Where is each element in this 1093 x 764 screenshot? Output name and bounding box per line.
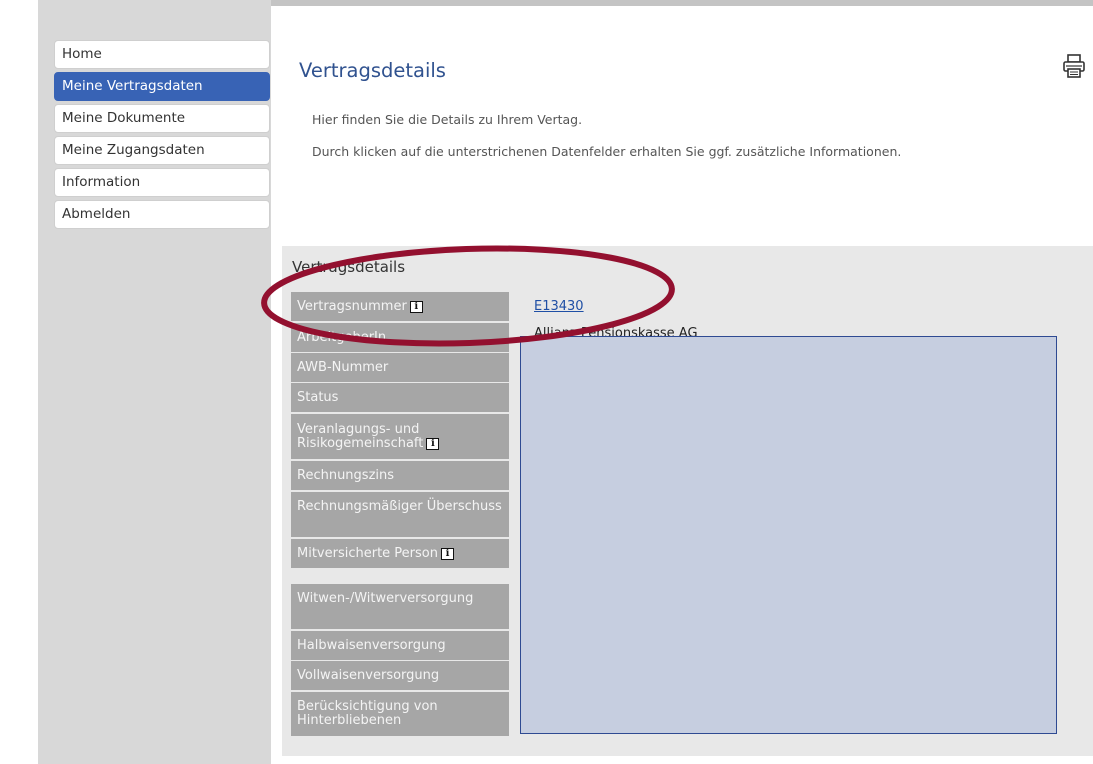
label-text: Berücksichtigung von Hinterbliebenen [297, 699, 438, 728]
redaction-box [520, 336, 1057, 734]
intro-text: Hier finden Sie die Details zu Ihrem Ver… [312, 112, 952, 176]
label-mitversicherte-person: Mitversicherte Person i [291, 539, 509, 568]
label-text: Mitversicherte Person [297, 546, 438, 561]
label-text: ArbeitgeberIn [297, 330, 387, 345]
label-rechnungszins: Rechnungszins [291, 461, 509, 490]
label-text: Rechnungsmäßiger Überschuss [297, 499, 502, 514]
page-title: Vertragsdetails [299, 59, 446, 82]
label-vollwaisenversorgung: Vollwaisenversorgung [291, 661, 509, 690]
top-bar [271, 0, 1093, 6]
nav-item-home[interactable]: Home [54, 40, 270, 69]
details-section-title: Vertragsdetails [292, 258, 406, 276]
nav-item-meine-vertragsdaten[interactable]: Meine Vertragsdaten [54, 72, 270, 101]
label-text: Vertragsnummer [297, 299, 407, 314]
info-icon[interactable]: i [409, 301, 423, 313]
info-icon[interactable]: i [426, 437, 440, 450]
contract-number-link[interactable]: E13430 [534, 299, 584, 314]
label-text: Witwen-/Witwerversorgung [297, 591, 474, 606]
nav-item-meine-dokumente[interactable]: Meine Dokumente [54, 104, 270, 133]
label-halbwaisenversorgung: Halbwaisenversorgung [291, 631, 509, 660]
nav-item-information[interactable]: Information [54, 168, 270, 197]
label-vertragsnummer: Vertragsnummer i [291, 292, 509, 321]
label-text: Vollwaisenversorgung [297, 668, 440, 683]
label-witwen-witwerversorgung: Witwen-/Witwerversorgung [291, 584, 509, 629]
printer-icon[interactable] [1062, 53, 1086, 79]
label-veranlagungs-und-risikogemeinschaft: Veranlagungs- und Risikogemeinschaft i [291, 414, 509, 459]
label-text: AWB-Nummer [297, 360, 389, 375]
label-beruecksichtigung-von-hinterbliebenen: Berücksichtigung von Hinterbliebenen [291, 692, 509, 736]
intro-line-1: Hier finden Sie die Details zu Ihrem Ver… [312, 112, 583, 127]
intro-line-2: Durch klicken auf die unterstrichenen Da… [312, 144, 902, 159]
label-text: Rechnungszins [297, 468, 395, 483]
sidebar-nav: Home Meine Vertragsdaten Meine Dokumente… [54, 40, 270, 232]
label-rechnungsmaessiger-ueberschuss: Rechnungsmäßiger Überschuss [291, 492, 509, 537]
nav-item-abmelden[interactable]: Abmelden [54, 200, 270, 229]
info-icon[interactable]: i [441, 548, 454, 560]
nav-item-meine-zugangsdaten[interactable]: Meine Zugangsdaten [54, 136, 270, 165]
label-status: Status [291, 383, 509, 412]
label-awb-nummer: AWB-Nummer [291, 353, 509, 382]
label-arbeitgeberin: ArbeitgeberIn [291, 323, 509, 352]
label-text: Halbwaisenversorgung [297, 638, 446, 653]
label-text: Status [297, 390, 339, 405]
label-text: Veranlagungs- und Risikogemeinschaft [297, 422, 424, 451]
